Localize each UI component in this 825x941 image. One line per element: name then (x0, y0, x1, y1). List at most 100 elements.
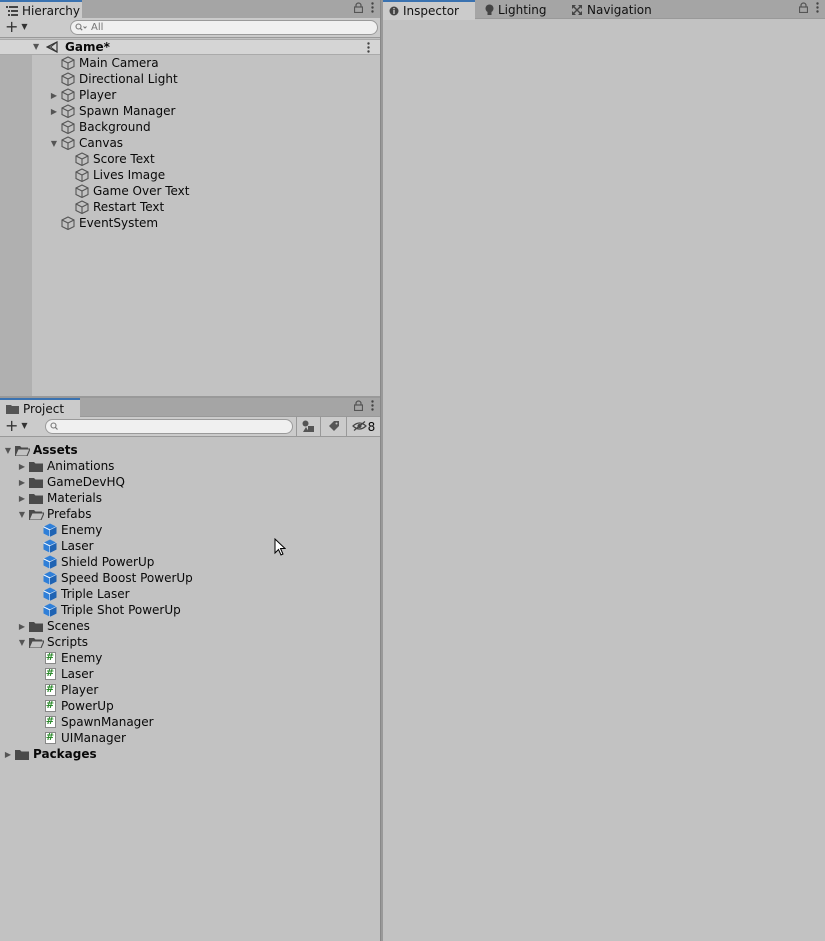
hierarchy-item[interactable]: Background (48, 119, 151, 135)
collapse-arrow-icon[interactable]: ▶ (16, 462, 28, 471)
hierarchy-item-label: EventSystem (79, 216, 159, 230)
tab-hierarchy-label: Hierarchy (22, 4, 81, 18)
project-item-label: Laser (61, 539, 94, 553)
project-item[interactable]: ▶ GameDevHQ (16, 474, 125, 490)
project-item[interactable]: ▶ Materials (16, 490, 102, 506)
collapse-arrow-icon[interactable]: ▶ (2, 750, 14, 759)
lock-icon[interactable] (353, 2, 364, 16)
tab-navigation-label: Navigation (587, 2, 652, 17)
kebab-menu-icon[interactable] (816, 2, 819, 16)
hierarchy-item[interactable]: Directional Light (48, 71, 178, 87)
project-search[interactable] (45, 419, 293, 434)
hierarchy-panel: Hierarchy +▼ ▼ Game* Main CameraDirectio… (0, 0, 380, 396)
scene-expand-icon[interactable]: ▼ (33, 42, 39, 51)
lock-icon[interactable] (353, 400, 364, 414)
project-item[interactable]: # SpawnManager (30, 714, 154, 730)
project-panel: Project + ▼ 8 ▼ Assets ▶ Animations ▶ GameDevH… (0, 398, 380, 941)
hierarchy-item[interactable]: Restart Text (62, 199, 164, 215)
scene-header-row[interactable]: ▼ Game* (0, 39, 380, 55)
folder-icon (28, 458, 44, 474)
create-asset-button[interactable]: + ▼ (5, 418, 28, 434)
create-button[interactable]: + ▼ (5, 19, 28, 35)
kebab-menu-icon[interactable] (371, 2, 374, 16)
folder-open-icon (14, 442, 30, 458)
inspector-tab-tools (798, 2, 819, 16)
search-by-label-button[interactable] (320, 417, 346, 437)
project-item-label: Triple Laser (61, 587, 130, 601)
collapse-arrow-icon[interactable]: ▶ (16, 478, 28, 487)
project-item[interactable]: Triple Shot PowerUp (30, 602, 181, 618)
project-item-label: Enemy (61, 651, 103, 665)
collapse-arrow-icon[interactable]: ▶ (16, 494, 28, 503)
project-item[interactable]: ▶ Animations (16, 458, 115, 474)
expand-arrow-icon[interactable]: ▼ (16, 510, 28, 519)
script-icon: # (44, 668, 56, 680)
project-item[interactable]: Laser (30, 538, 94, 554)
hierarchy-item[interactable]: ▼ Canvas (48, 135, 123, 151)
folder-open-icon (28, 634, 44, 650)
project-item[interactable]: ▼ Scripts (16, 634, 88, 650)
expand-arrow-icon[interactable]: ▼ (48, 139, 60, 148)
project-item-label: Scripts (47, 635, 89, 649)
project-item-label: Enemy (61, 523, 103, 537)
project-item[interactable]: # UIManager (30, 730, 126, 746)
project-item[interactable]: # Laser (30, 666, 94, 682)
kebab-menu-icon[interactable] (371, 400, 374, 414)
project-item[interactable]: ▼ Assets (2, 442, 78, 458)
scene-menu-icon[interactable] (367, 42, 370, 56)
lock-icon[interactable] (798, 2, 809, 16)
hierarchy-item[interactable]: EventSystem (48, 215, 158, 231)
project-search-input[interactable] (63, 420, 292, 433)
prefab-icon (42, 602, 58, 618)
folder-icon (28, 474, 44, 490)
collapse-arrow-icon[interactable]: ▶ (48, 91, 60, 100)
project-item[interactable]: Enemy (30, 522, 102, 538)
hierarchy-search-input[interactable] (91, 21, 377, 34)
hierarchy-item[interactable]: Game Over Text (62, 183, 190, 199)
hierarchy-gutter (0, 39, 32, 396)
inspector-tabbar: Inspector Lighting Navigation (383, 0, 825, 20)
project-item-label: PowerUp (61, 699, 114, 713)
hierarchy-item[interactable]: ▶ Spawn Manager (48, 103, 175, 119)
hierarchy-item-label: Player (79, 88, 117, 102)
hierarchy-list-icon (6, 6, 18, 16)
project-item-label: Shield PowerUp (61, 555, 155, 569)
prefab-icon (42, 554, 58, 570)
hierarchy-search[interactable] (70, 20, 378, 35)
script-icon: # (44, 716, 56, 728)
project-item[interactable]: ▼ Prefabs (16, 506, 92, 522)
hidden-packages-toggle[interactable]: 8 (346, 417, 380, 437)
project-item[interactable]: Speed Boost PowerUp (30, 570, 193, 586)
hierarchy-item[interactable]: ▶ Player (48, 87, 116, 103)
hierarchy-item[interactable]: Main Camera (48, 55, 159, 71)
hierarchy-item-label: Restart Text (93, 200, 165, 214)
project-item[interactable]: ▶ Scenes (16, 618, 90, 634)
hierarchy-item[interactable]: Lives Image (62, 167, 165, 183)
prefab-icon (42, 522, 58, 538)
project-item-label: Materials (47, 491, 103, 505)
project-item[interactable]: Shield PowerUp (30, 554, 154, 570)
tab-lighting-label: Lighting (498, 2, 547, 17)
collapse-arrow-icon[interactable]: ▶ (48, 107, 60, 116)
gameobject-cube-icon (60, 71, 76, 87)
project-item[interactable]: ▶ Packages (2, 746, 97, 762)
expand-arrow-icon[interactable]: ▼ (2, 446, 14, 455)
prefab-icon (42, 586, 58, 602)
prefab-icon (42, 570, 58, 586)
project-toolbar: + ▼ 8 (0, 417, 380, 437)
collapse-arrow-icon[interactable]: ▶ (16, 622, 28, 631)
project-item-label: Scenes (47, 619, 90, 633)
project-item-label: Prefabs (47, 507, 92, 521)
tab-lighting[interactable]: Lighting (479, 0, 561, 19)
tab-inspector[interactable]: Inspector (383, 0, 475, 20)
project-item[interactable]: # PowerUp (30, 698, 114, 714)
tab-navigation[interactable]: Navigation (565, 0, 665, 19)
search-by-type-button[interactable] (296, 417, 320, 437)
expand-arrow-icon[interactable]: ▼ (16, 638, 28, 647)
hierarchy-item[interactable]: Score Text (62, 151, 155, 167)
project-item[interactable]: Triple Laser (30, 586, 130, 602)
gameobject-cube-icon (60, 87, 76, 103)
project-item[interactable]: # Enemy (30, 650, 102, 666)
tab-project[interactable]: Project (0, 398, 80, 418)
project-item[interactable]: # Player (30, 682, 98, 698)
